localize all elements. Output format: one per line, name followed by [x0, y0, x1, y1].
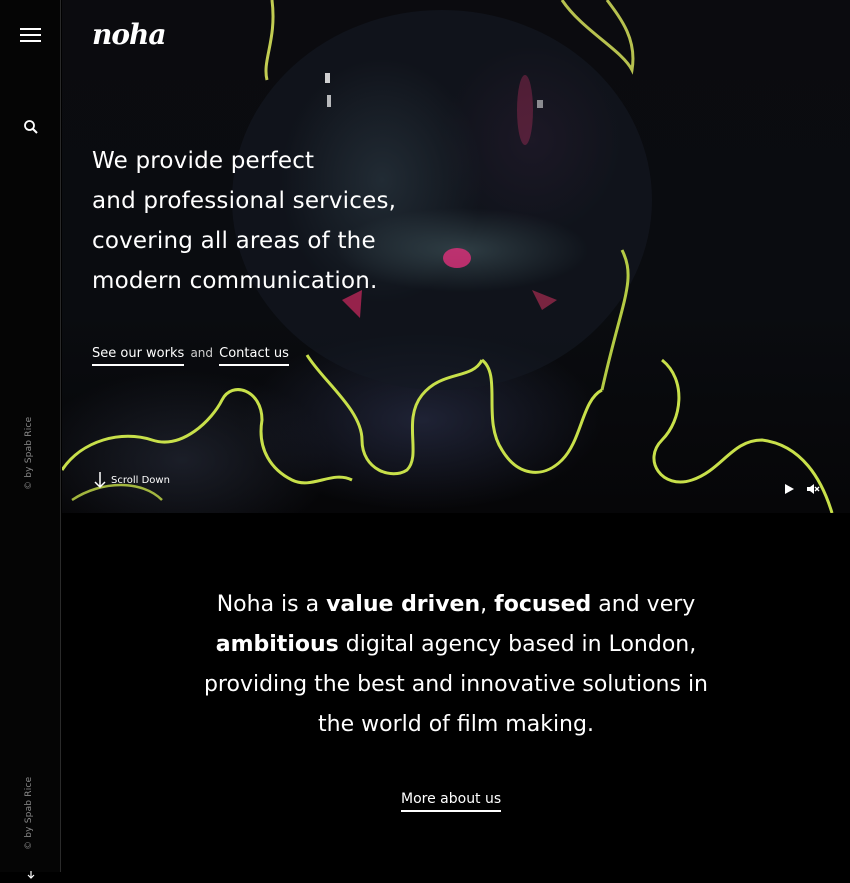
- logo[interactable]: noha: [92, 18, 167, 51]
- credit-text: © by Spab Rice: [24, 416, 34, 490]
- scroll-down-button[interactable]: Scroll Down: [94, 471, 170, 489]
- headline-line: and professional services,: [92, 188, 397, 214]
- cta-connector: and: [190, 346, 214, 360]
- headline-line: covering all areas of the: [92, 228, 376, 254]
- sidebar: © by Spab Rice © by Spab Rice: [0, 0, 61, 879]
- intro-emphasis: value driven: [326, 592, 481, 617]
- intro-paragraph: Noha is a value driven, focused and very…: [62, 585, 850, 745]
- intro-emphasis: ambitious: [215, 632, 339, 657]
- intro-text: providing the best and innovative soluti…: [203, 672, 709, 697]
- intro-text: digital agency based in London,: [338, 632, 697, 657]
- video-controls: [782, 481, 820, 495]
- headline-line: modern communication.: [92, 268, 378, 294]
- arrow-down-icon: [94, 472, 106, 489]
- intro-text: Noha is a: [216, 592, 327, 617]
- see-our-works-link[interactable]: See our works: [92, 346, 185, 366]
- intro-text: the world of film making.: [318, 712, 594, 737]
- scroll-down-label: Scroll Down: [111, 474, 170, 486]
- credit-text: © by Spab Rice: [24, 776, 34, 850]
- intro-emphasis: focused: [494, 592, 592, 617]
- more-about-us-link[interactable]: More about us: [401, 791, 502, 812]
- hero-headline: We provide perfect and professional serv…: [92, 141, 452, 301]
- hero-video: noha We provide perfect and professional…: [62, 0, 850, 513]
- arrow-down-icon[interactable]: [27, 864, 35, 879]
- play-icon[interactable]: [782, 481, 796, 495]
- contact-us-link[interactable]: Contact us: [219, 346, 289, 366]
- headline-line: We provide perfect: [92, 148, 315, 174]
- hamburger-menu-icon[interactable]: [20, 27, 41, 43]
- mute-icon[interactable]: [806, 481, 820, 495]
- intro-text: ,: [480, 592, 495, 617]
- search-icon[interactable]: [23, 119, 39, 135]
- intro-text: and very: [591, 592, 696, 617]
- hero-cta-row: See our works and Contact us: [92, 346, 289, 366]
- intro-section: Noha is a value driven, focused and very…: [62, 513, 850, 872]
